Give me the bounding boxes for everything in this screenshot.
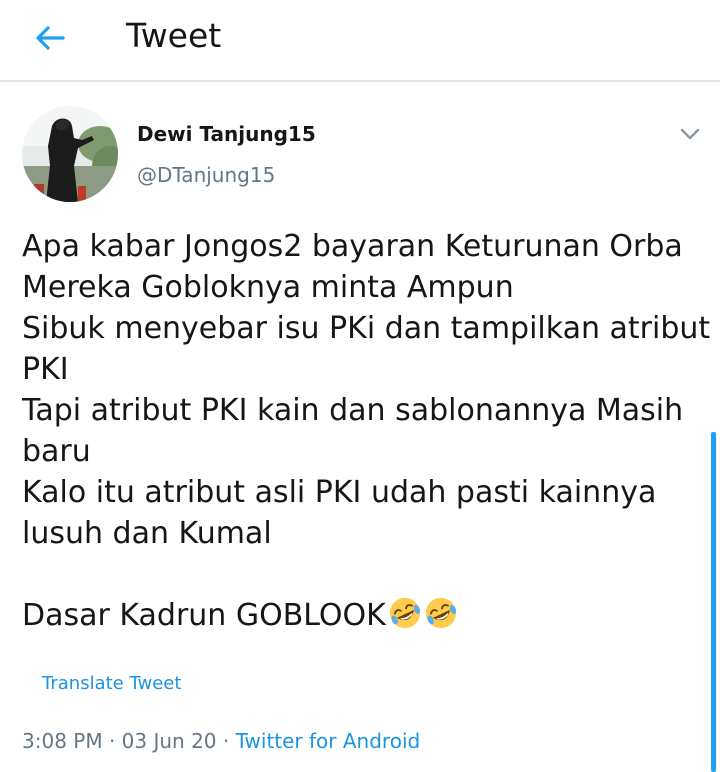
author-avatar[interactable] — [22, 106, 118, 202]
tweet-last-text: Dasar Kadrun GOBLOOK — [22, 598, 386, 633]
meta-separator: · — [108, 729, 116, 753]
arrow-left-icon — [36, 26, 65, 50]
tweet-menu-button[interactable] — [676, 120, 704, 148]
tweet-line: Mereka Gobloknya minta Ampun — [22, 270, 514, 305]
meta-separator: · — [222, 729, 230, 753]
tweet-date: 03 Jun 20 — [121, 729, 217, 753]
tweet-line: Sibuk menyebar isu PKi dan tampilkan atr… — [22, 311, 711, 346]
paragraph-break — [22, 554, 702, 595]
tweet-line: Kalo itu atribut asli PKI udah pasti kai… — [22, 475, 657, 510]
author-name[interactable]: Dewi Tanjung15 — [137, 120, 316, 148]
tweet-line: PKI — [22, 352, 69, 387]
tweet-line: Apa kabar Jongos2 bayaran Keturunan Orba — [22, 229, 683, 264]
tweet-line: baru — [22, 434, 91, 469]
laughing-emoji-icon — [389, 597, 421, 629]
page-title: Tweet — [126, 16, 222, 55]
laughing-emoji-icon — [425, 597, 457, 629]
tweet-text: Apa kabar Jongos2 bayaran Keturunan Orba… — [22, 226, 711, 636]
tweet-time: 3:08 PM — [22, 729, 103, 753]
tweet-metadata: 3:08 PM · 03 Jun 20 · Twitter for Androi… — [22, 727, 420, 755]
tweet-source-link[interactable]: Twitter for Android — [236, 729, 421, 753]
back-button[interactable] — [28, 16, 72, 60]
top-app-bar: Tweet — [0, 0, 720, 82]
scrollbar[interactable] — [711, 432, 716, 772]
translate-tweet-link[interactable]: Translate Tweet — [42, 671, 181, 697]
tweet-line: lusuh dan Kumal — [22, 516, 272, 551]
chevron-down-icon — [680, 128, 700, 140]
author-handle[interactable]: @DTanjung15 — [137, 161, 275, 189]
tweet-line: Tapi atribut PKI kain dan sablonannya Ma… — [22, 393, 684, 428]
tweet-line-last: Dasar Kadrun GOBLOOK — [22, 595, 702, 636]
